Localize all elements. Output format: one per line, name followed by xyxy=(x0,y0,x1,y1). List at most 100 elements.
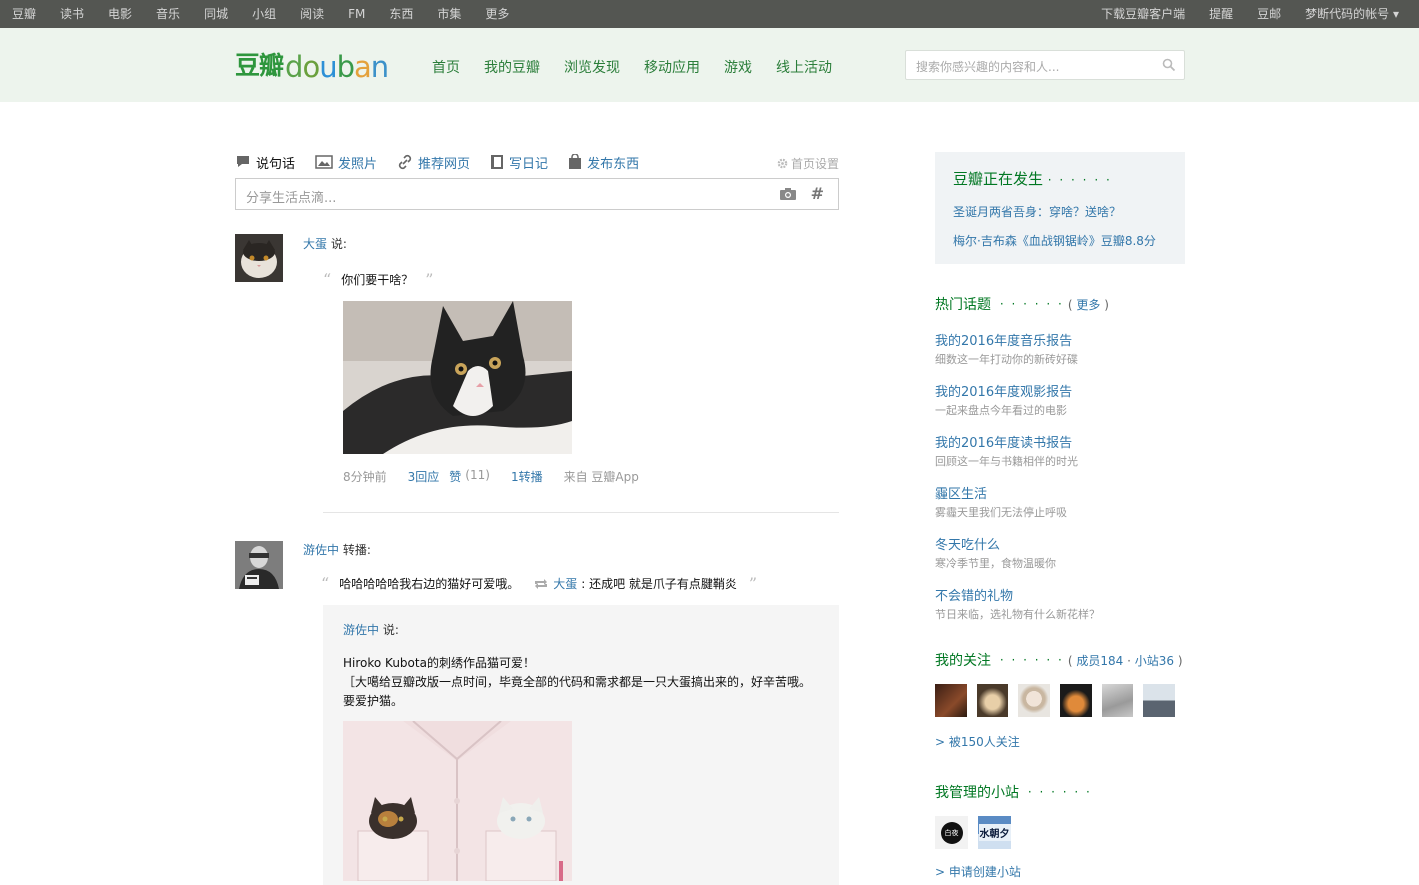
global-nav-location[interactable]: 同城 xyxy=(204,0,228,28)
global-nav-left: 豆瓣 读书 电影 音乐 同城 小组 阅读 FM 东西 市集 更多 xyxy=(12,0,533,28)
nav-online-events[interactable]: 线上活动 xyxy=(776,57,832,77)
status-time[interactable]: 8分钟前 xyxy=(343,468,387,485)
topic-item[interactable]: 冬天吃什么 寒冷季节里，食物温暖你 xyxy=(935,534,1185,571)
tab-photo[interactable]: 发照片 xyxy=(315,153,377,172)
avatar[interactable] xyxy=(1018,684,1051,717)
followed-by-link[interactable]: > 被150人关注 xyxy=(935,733,1185,750)
following-sites-link[interactable]: 小站36 xyxy=(1135,654,1174,668)
avatar[interactable] xyxy=(1101,684,1134,717)
site-label: 水朝夕 xyxy=(978,824,1011,841)
status-photo[interactable] xyxy=(343,301,572,454)
hot-topics-title: 热门话题 · · · · · · ( 更多 ) xyxy=(935,297,1109,313)
site-avatar[interactable]: 白夜 xyxy=(935,816,968,849)
avatar[interactable] xyxy=(976,684,1009,717)
open-quote-icon: “ xyxy=(323,270,332,289)
tab-say[interactable]: 说句话 xyxy=(235,153,295,172)
status-author[interactable]: 大蛋 xyxy=(303,237,327,251)
global-nav-fm[interactable]: FM xyxy=(348,0,365,28)
book-icon xyxy=(491,155,504,169)
topic-item[interactable]: 我的2016年度读书报告 回顾这一年与书籍相伴的时光 xyxy=(935,432,1185,469)
doumail-link[interactable]: 豆邮 xyxy=(1257,0,1281,28)
avatar[interactable] xyxy=(935,684,967,717)
douban-logo[interactable]: 豆瓣 douban xyxy=(235,46,389,82)
reshare-link[interactable]: 1转播 xyxy=(511,468,543,485)
status-actions: 8分钟前 3回应 赞 (11) 1转播 来自 豆瓣App xyxy=(343,468,839,485)
avatar[interactable] xyxy=(235,234,283,282)
tab-recommend-link[interactable]: 推荐网页 xyxy=(397,153,470,172)
managed-sites-list: 白夜 水朝夕 xyxy=(935,816,1185,849)
reshare-author[interactable]: 大蛋 xyxy=(553,575,577,592)
notifications-link[interactable]: 提醒 xyxy=(1209,0,1233,28)
nav-mobile-apps[interactable]: 移动应用 xyxy=(644,57,700,77)
status-source: 来自 豆瓣App xyxy=(563,470,639,484)
feed-divider xyxy=(323,512,839,513)
status-item: 大蛋 说: “ 你们要干啥？ ” 8分钟前 3回应 赞 (11) 1转播 来自 … xyxy=(235,234,839,513)
create-site-link[interactable]: > 申请创建小站 xyxy=(935,863,1185,880)
close-quote-icon: ” xyxy=(748,574,758,593)
download-app-link[interactable]: 下载豆瓣客户端 xyxy=(1101,0,1185,28)
avatar[interactable] xyxy=(235,541,283,589)
close-quote-icon: ” xyxy=(425,270,434,289)
site-header: 豆瓣 douban 首页 我的豆瓣 浏览发现 移动应用 游戏 线上活动 搜索你感… xyxy=(0,28,1419,102)
global-nav-music[interactable]: 音乐 xyxy=(156,0,180,28)
original-author[interactable]: 游佐中 xyxy=(343,623,379,637)
gear-icon xyxy=(777,158,788,169)
status-input[interactable]: 分享生活点滴... # xyxy=(235,178,839,210)
original-status: 游佐中 说: Hiroko Kubota的刺绣作品猫可爱！ ［大噶给豆瓣改版一点时… xyxy=(323,605,839,885)
happening-title: 豆瓣正在发生 · · · · · · xyxy=(953,170,1112,188)
topic-item[interactable]: 霾区生活 雾霾天里我们无法停止呼吸 xyxy=(935,483,1185,520)
link-icon xyxy=(398,154,412,170)
global-nav-more[interactable]: 更多 xyxy=(485,0,509,28)
avatar[interactable] xyxy=(1060,684,1092,717)
tab-diary[interactable]: 写日记 xyxy=(490,153,548,172)
original-status-text: Hiroko Kubota的刺绣作品猫可爱！ ［大噶给豆瓣改版一点时间，毕竟全部的… xyxy=(343,656,812,708)
status-author[interactable]: 游佐中 xyxy=(303,543,339,557)
douban-happening-box: 豆瓣正在发生 · · · · · · 圣诞月两省吾身：穿啥？送啥？ 梅尔·吉布森… xyxy=(935,152,1185,264)
original-status-header: 游佐中 说: xyxy=(343,623,399,637)
global-nav-group[interactable]: 小组 xyxy=(252,0,276,28)
camera-icon[interactable] xyxy=(779,187,797,204)
happening-item[interactable]: 圣诞月两省吾身：穿啥？送啥？ xyxy=(953,203,1167,220)
like-link[interactable]: 赞 xyxy=(449,468,461,485)
search-icon[interactable] xyxy=(1162,58,1176,75)
global-nav-movie[interactable]: 电影 xyxy=(108,0,132,28)
avatar[interactable] xyxy=(1143,684,1176,717)
site-label: 白夜 xyxy=(940,821,963,844)
topic-item[interactable]: 我的2016年度音乐报告 细数这一年打动你的新砖好碟 xyxy=(935,330,1185,367)
tab-publish-item[interactable]: 发布东西 xyxy=(568,153,639,172)
site-avatar[interactable]: 水朝夕 xyxy=(978,816,1011,849)
global-nav-book[interactable]: 读书 xyxy=(60,0,84,28)
account-menu[interactable]: 梦断代码的帐号 ▾ xyxy=(1305,0,1399,28)
global-nav-read[interactable]: 阅读 xyxy=(300,0,324,28)
topic-item[interactable]: 不会错的礼物 节日来临，选礼物有什么新花样？ xyxy=(935,585,1185,622)
bag-icon xyxy=(569,154,582,169)
main-nav: 首页 我的豆瓣 浏览发现 移动应用 游戏 线上活动 xyxy=(432,57,856,77)
hashtag-button[interactable]: # xyxy=(811,184,824,203)
sidebar: 豆瓣正在发生 · · · · · · 圣诞月两省吾身：穿啥？送啥？ 梅尔·吉布森… xyxy=(935,152,1185,880)
global-nav-dongxi[interactable]: 东西 xyxy=(389,0,413,28)
happening-item[interactable]: 梅尔·吉布森《血战钢锯岭》豆瓣8.8分 xyxy=(953,232,1167,249)
reshare-icon xyxy=(535,578,548,589)
reply-link[interactable]: 3回应 xyxy=(408,468,440,485)
global-nav-market[interactable]: 市集 xyxy=(437,0,461,28)
nav-home[interactable]: 首页 xyxy=(432,57,460,77)
following-members-link[interactable]: 成员184 xyxy=(1076,654,1123,668)
nav-my-douban[interactable]: 我的豆瓣 xyxy=(484,57,540,77)
nav-games[interactable]: 游戏 xyxy=(724,57,752,77)
topic-item[interactable]: 我的2016年度观影报告 一起来盘点今年看过的电影 xyxy=(935,381,1185,418)
hot-topics-section: 热门话题 · · · · · · ( 更多 ) 我的2016年度音乐报告 细数这… xyxy=(935,294,1185,622)
search-input[interactable]: 搜索你感兴趣的内容和人... xyxy=(905,50,1185,80)
nav-explore[interactable]: 浏览发现 xyxy=(564,57,620,77)
open-quote-icon: “ xyxy=(321,574,330,593)
status-header: 大蛋 说: xyxy=(303,237,347,251)
global-nav-douban[interactable]: 豆瓣 xyxy=(12,0,36,28)
like-count: (11) xyxy=(465,468,490,482)
global-nav-bar: 豆瓣 读书 电影 音乐 同城 小组 阅读 FM 东西 市集 更多 下载豆瓣客户端… xyxy=(0,0,1419,28)
reshare-text: “ 哈哈哈哈哈我右边的猫好可爱哦。 大蛋 : 还成吧 就是爪子有点腱鞘炎 ” xyxy=(321,574,758,593)
following-avatars xyxy=(935,684,1185,717)
photo-icon xyxy=(315,155,333,169)
hot-topics-more-link[interactable]: 更多 xyxy=(1076,298,1100,312)
original-status-photo[interactable] xyxy=(343,721,572,881)
following-title: 我的关注 · · · · · · ( 成员184 · 小站36 ) xyxy=(935,653,1183,669)
homepage-settings-link[interactable]: 首页设置 xyxy=(777,155,839,172)
